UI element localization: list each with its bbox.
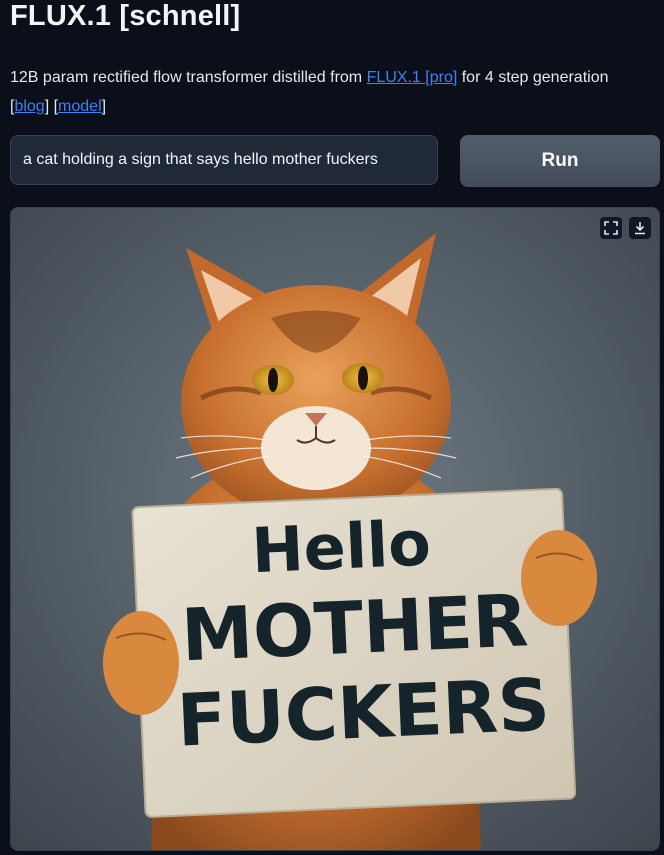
description-text: 12B param rectified flow transformer dis… [10,69,367,86]
prompt-field[interactable] [10,135,438,185]
flux-pro-link[interactable]: FLUX.1 [pro] [367,69,458,86]
bracket: ] [ [44,98,59,115]
bracket: ] [101,98,107,115]
cat-paw-left [103,611,179,715]
generated-image: Hello MOTHER FUCKERS [11,208,659,850]
prompt-input[interactable] [23,151,425,169]
run-button[interactable]: Run [460,135,660,187]
result-image-panel: Hello MOTHER FUCKERS [10,207,660,851]
fullscreen-icon [604,221,618,235]
sign-line-1: Hello [250,506,432,587]
description: 12B param rectified flow transformer dis… [10,63,660,121]
fullscreen-button[interactable] [600,217,622,239]
blog-link[interactable]: blog [14,98,44,115]
model-link[interactable]: model [58,98,102,115]
download-button[interactable] [629,217,651,239]
sign-line-3: FUCKERS [175,662,551,762]
cat-paw-right [521,530,597,626]
sign-line-2: MOTHER [180,578,530,677]
download-icon [635,222,645,235]
page-title: FLUX.1 [schnell] [10,0,241,32]
description-text-end: for 4 step generation [457,69,609,86]
